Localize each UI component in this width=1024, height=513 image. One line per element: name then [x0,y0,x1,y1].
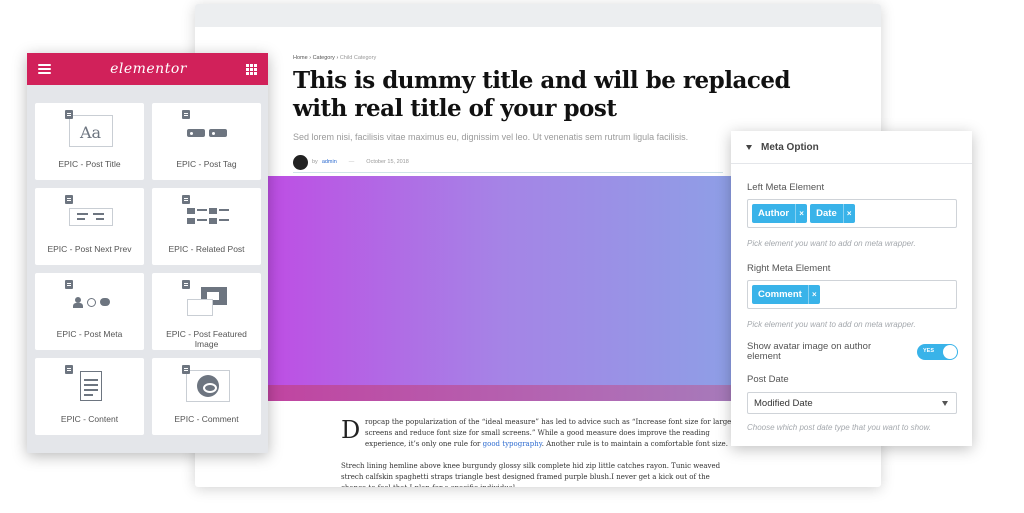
meta-option-title: Meta Option [761,141,819,153]
title-aa-icon: Aa [64,110,114,147]
remove-tag-icon[interactable]: × [807,285,820,304]
tag-label: Date [816,208,837,219]
tag-label: Comment [758,289,802,300]
widget-post-tag[interactable]: EPIC - Post Tag [152,103,261,180]
left-meta-label: Left Meta Element [747,182,825,193]
meta-date: October 15, 2018 [366,159,409,165]
tag-comment: Comment × [752,285,820,304]
remove-tag-icon[interactable]: × [795,204,807,223]
breadcrumb: Home › Category › Child Category [293,55,376,61]
widget-label: EPIC - Related Post [168,244,245,254]
tag-date: Date × [810,204,855,223]
post-date-value: Modified Date [754,397,813,409]
post-subtitle: Sed lorem nisi, facilisis vitae maximus … [293,132,689,142]
elementor-header: elementor [27,53,268,85]
paragraph-text: . Another rule is to maintain a comforta… [541,440,728,448]
widget-post-title[interactable]: Aa EPIC - Post Title [35,103,144,180]
elementor-logo: elementor [110,61,187,77]
content-paragraph: Strech lining hemline above knee burgund… [341,462,721,487]
widget-label: EPIC - Post Next Prev [47,244,132,254]
post-date-help: Choose which post date type that you wan… [747,423,932,432]
left-meta-help: Pick element you want to add on meta wra… [747,239,916,248]
meta-option-header[interactable]: Meta Option [731,131,972,164]
caret-down-icon [746,144,752,150]
right-meta-label: Right Meta Element [747,263,831,274]
comment-icon [181,365,231,402]
next-prev-icon [64,195,114,232]
breadcrumb-separator: › [336,55,339,61]
author-avatar[interactable] [293,154,308,170]
content-icon [64,365,114,402]
meta-by: by [312,159,318,165]
widget-post-featured-image[interactable]: EPIC - Post Featured Image [152,273,261,350]
elementor-panel: elementor Aa EPIC - Post Title EPIC - Po… [27,53,268,453]
dropcap: D [341,416,361,444]
good-typography-link[interactable]: good typography [483,440,542,448]
widget-label: EPIC - Post Tag [176,159,237,169]
post-date-label: Post Date [747,374,789,385]
widget-comment[interactable]: EPIC - Comment [152,358,261,435]
apps-grid-icon[interactable] [246,63,257,75]
post-date-select[interactable]: Modified Date [747,392,957,414]
breadcrumb-separator: › [309,55,312,61]
meta-author-link[interactable]: admin [322,159,337,165]
widget-label: EPIC - Post Meta [56,329,123,339]
breadcrumb-child-category[interactable]: Child Category [340,55,376,61]
meta-option-panel: Meta Option Left Meta Element Author × Da… [731,131,972,446]
widget-grid: Aa EPIC - Post Title EPIC - Post Tag EPI… [27,85,268,435]
widget-content[interactable]: EPIC - Content [35,358,144,435]
right-meta-select[interactable]: Comment × [747,280,957,309]
tag-icon [181,110,231,147]
breadcrumb-category[interactable]: Category [313,55,335,61]
widget-label: EPIC - Content [60,414,119,424]
content-paragraph: ropcap the popularization of the “ideal … [365,417,733,450]
meta-separator: — [348,159,355,165]
widget-post-next-prev[interactable]: EPIC - Post Next Prev [35,188,144,265]
post-title: This is dummy title and will be replaced… [293,67,791,122]
chevron-down-icon [942,400,948,406]
widget-related-post[interactable]: EPIC - Related Post [152,188,261,265]
meta-divider [293,172,723,173]
featured-image-icon [181,280,231,317]
post-meta: by admin — October 15, 2018 [293,152,743,172]
remove-tag-icon[interactable]: × [842,204,855,223]
avatar-toggle-switch[interactable]: YES [917,344,958,360]
widget-label: EPIC - Post Featured Image [166,329,247,349]
browser-top-bar [195,4,881,27]
toggle-knob [943,345,957,359]
related-post-icon [181,195,231,232]
left-meta-select[interactable]: Author × Date × [747,199,957,228]
avatar-toggle-label: Show avatar image on author element [747,341,872,362]
toggle-yes-text: YES [923,348,935,354]
post-meta-icon [64,280,114,317]
right-meta-help: Pick element you want to add on meta wra… [747,320,916,329]
widget-label: EPIC - Comment [174,414,239,424]
hamburger-menu-icon[interactable] [38,64,51,74]
tag-author: Author × [752,204,808,223]
breadcrumb-home[interactable]: Home [293,55,308,61]
widget-label: EPIC - Post Title [58,159,121,169]
widget-post-meta[interactable]: EPIC - Post Meta [35,273,144,350]
tag-label: Author [758,208,790,219]
